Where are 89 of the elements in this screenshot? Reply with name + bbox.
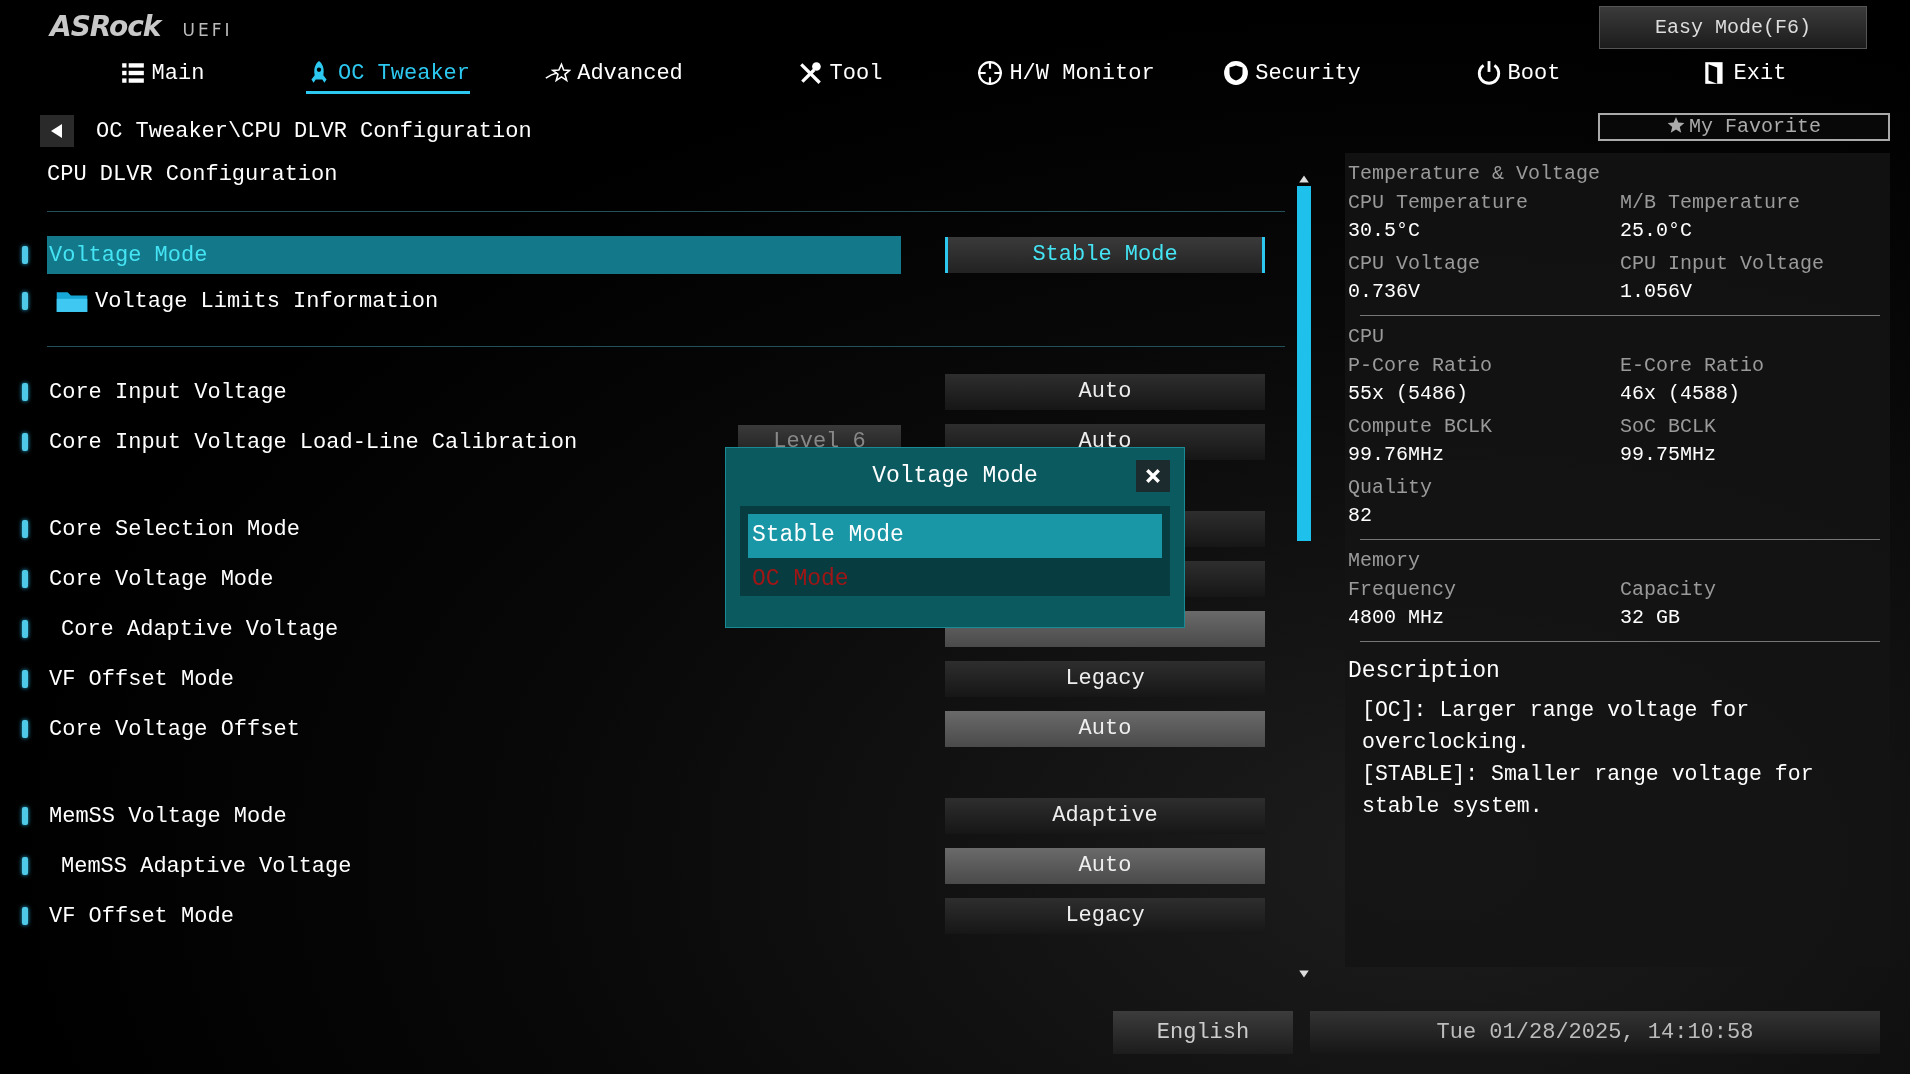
back-button[interactable]	[40, 115, 74, 147]
row-marker	[22, 620, 28, 638]
tools-icon	[797, 60, 824, 86]
info-label: Frequency	[1348, 576, 1458, 603]
setting-item[interactable]: VF Offset Mode	[49, 903, 234, 929]
setting-item[interactable]: Core Voltage Mode	[49, 566, 274, 592]
info-label: E-Core Ratio	[1620, 352, 1766, 379]
language-button[interactable]: English	[1113, 1011, 1293, 1054]
value-dropdown[interactable]: Auto	[945, 374, 1265, 410]
setting-item[interactable]: Core Adaptive Voltage	[61, 616, 339, 642]
row-marker	[22, 907, 28, 925]
dialog-title: Voltage Mode	[872, 463, 1038, 489]
info-label: SoC BCLK	[1620, 413, 1717, 440]
row-marker	[22, 433, 28, 451]
tab[interactable]: Exit	[1701, 55, 1787, 94]
tab[interactable]: Tool	[797, 55, 883, 94]
info-value: 99.76MHz	[1348, 441, 1445, 468]
info-value: 4800 MHz	[1348, 604, 1445, 631]
star-icon	[1667, 116, 1685, 135]
close-icon	[1145, 468, 1161, 484]
easy-mode-button[interactable]: Easy Mode(F6)	[1599, 6, 1867, 49]
info-value: 1.056V	[1620, 278, 1693, 305]
page-title: CPU DLVR Configuration	[46, 161, 339, 189]
row-marker	[22, 807, 28, 825]
info-label: Compute BCLK	[1348, 413, 1494, 440]
shield-icon	[1223, 60, 1250, 86]
info-value: 25.0°C	[1620, 217, 1693, 244]
info-value: 46x (4588)	[1620, 380, 1742, 407]
info-value: 55x (5486)	[1348, 380, 1470, 407]
scroll-up-icon[interactable]	[1298, 174, 1310, 184]
setting-item[interactable]: Voltage Limits Information	[49, 288, 439, 314]
tab[interactable]: Boot	[1475, 55, 1561, 94]
value-dropdown[interactable]: Adaptive	[945, 798, 1265, 834]
section-title: CPU	[1348, 323, 1385, 350]
description-text: [STABLE]: Smaller range voltage for stable system.	[1362, 760, 1815, 820]
setting-item[interactable]: MemSS Adaptive Voltage	[61, 853, 352, 879]
info-label: M/B Temperature	[1620, 189, 1802, 216]
tab[interactable]: OC Tweaker	[306, 55, 470, 94]
scroll-down-icon[interactable]	[1298, 969, 1310, 979]
value-dropdown[interactable]: Stable Mode	[945, 237, 1265, 273]
info-label: P-Core Ratio	[1348, 352, 1494, 379]
section-title: Memory	[1348, 547, 1421, 574]
tab[interactable]: H/W Monitor	[977, 55, 1155, 94]
brand-logo: ASRock	[50, 10, 161, 43]
row-marker	[22, 292, 28, 310]
info-value: 0.736V	[1348, 278, 1421, 305]
list-icon	[119, 60, 146, 86]
row-marker	[22, 720, 28, 738]
row-marker	[22, 570, 28, 588]
setting-item[interactable]: Core Voltage Offset	[49, 716, 300, 742]
uefi-label: UEFI	[182, 20, 233, 40]
description-text: [OC]: Larger range voltage for overclocking.	[1362, 696, 1751, 756]
section-title: Temperature & Voltage	[1348, 160, 1602, 187]
row-marker	[22, 383, 28, 401]
info-label: Capacity	[1620, 576, 1717, 603]
close-button[interactable]	[1136, 460, 1170, 492]
value-dropdown[interactable]: Legacy	[945, 898, 1265, 934]
value-field[interactable]: Auto	[945, 711, 1265, 747]
info-label: CPU Voltage	[1348, 250, 1482, 277]
info-value: 82	[1348, 502, 1373, 529]
scrollbar[interactable]	[1297, 174, 1311, 979]
info-label: CPU Input Voltage	[1620, 250, 1826, 277]
setting-item[interactable]: Core Selection Mode	[49, 516, 300, 542]
row-marker	[22, 857, 28, 875]
setting-item[interactable]: Core Input Voltage Load-Line Calibration	[49, 429, 578, 455]
setting-item[interactable]: VF Offset Mode	[49, 666, 234, 692]
breadcrumb: OC Tweaker\CPU DLVR Configuration	[96, 118, 532, 144]
info-value: 99.75MHz	[1620, 441, 1717, 468]
info-value: 30.5°C	[1348, 217, 1421, 244]
description-title: Description	[1348, 657, 1501, 686]
value-field[interactable]: Auto	[945, 848, 1265, 884]
tab[interactable]: Security	[1223, 55, 1361, 94]
date-time: Tue 01/28/2025, 14:10:58	[1310, 1011, 1880, 1054]
setting-item[interactable]: MemSS Voltage Mode	[49, 803, 287, 829]
my-favorite-button[interactable]: My Favorite	[1598, 113, 1890, 141]
setting-item[interactable]: Core Input Voltage	[49, 379, 287, 405]
power-icon	[1475, 60, 1502, 86]
value-dropdown[interactable]: Legacy	[945, 661, 1265, 697]
crosshair-icon	[977, 60, 1004, 86]
row-marker	[22, 520, 28, 538]
row-marker	[22, 246, 28, 264]
info-label: CPU Temperature	[1348, 189, 1530, 216]
back-arrow-icon	[51, 124, 63, 138]
tab[interactable]: Advanced	[545, 55, 683, 94]
row-marker	[22, 670, 28, 688]
info-value: 32 GB	[1620, 604, 1681, 631]
folder-icon	[55, 289, 89, 313]
info-label: Quality	[1348, 474, 1433, 501]
tab[interactable]: Main	[119, 55, 205, 94]
